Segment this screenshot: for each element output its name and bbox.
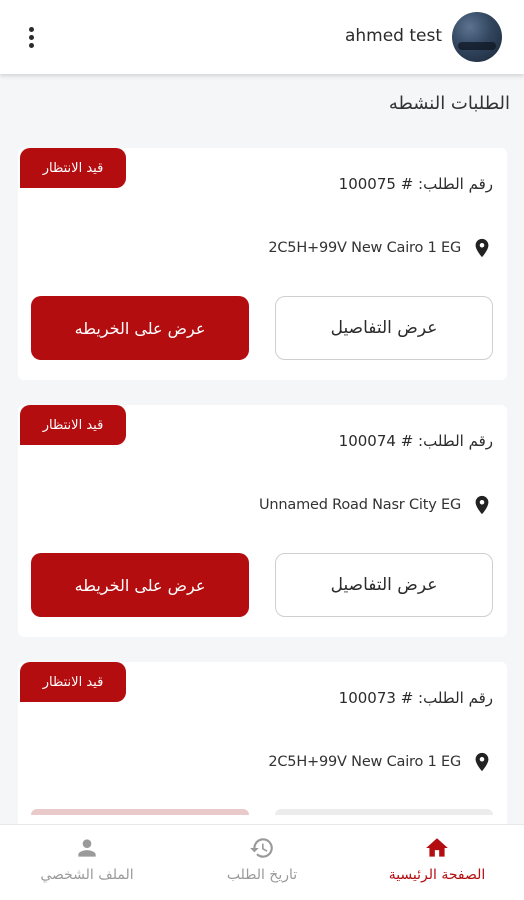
view-on-map-button-edge[interactable]	[31, 809, 249, 815]
order-address: 2C5H+99V New Cairo 1 EG	[268, 240, 461, 256]
history-icon	[250, 838, 273, 858]
nav-label-home: الصفحة الرئيسية	[388, 867, 486, 883]
view-details-button[interactable]: عرض التفاصيل	[275, 553, 493, 617]
order-number: رقم الطلب: # 100075	[338, 175, 493, 193]
address-row: 2C5H+99V New Cairo 1 EG	[268, 235, 493, 261]
view-details-button-edge[interactable]	[275, 809, 493, 815]
order-number: رقم الطلب: # 100074	[338, 432, 493, 450]
status-badge: قيد الانتظار	[20, 148, 126, 188]
status-badge: قيد الانتظار	[20, 662, 126, 702]
address-row: 2C5H+99V New Cairo 1 EG	[268, 749, 493, 775]
nav-label-profile: الملف الشخصي	[40, 867, 134, 883]
page-title: الطلبات النشطه	[388, 93, 510, 114]
nav-item-profile[interactable]: الملف الشخصي	[0, 825, 174, 900]
app-bar: ahmed test	[0, 0, 524, 74]
view-on-map-button[interactable]: عرض على الخريطه	[31, 296, 249, 360]
order-number: رقم الطلب: # 100073	[338, 689, 493, 707]
nav-item-home[interactable]: الصفحة الرئيسية	[350, 825, 524, 900]
home-icon	[426, 838, 448, 857]
order-address: Unnamed Road Nasr City EG	[258, 497, 461, 513]
view-on-map-button[interactable]: عرض على الخريطه	[31, 553, 249, 617]
nav-item-order-history[interactable]: تاريخ الطلب	[175, 825, 349, 900]
avatar[interactable]	[452, 12, 502, 62]
user-name: ahmed test	[344, 26, 442, 46]
status-badge: قيد الانتظار	[20, 405, 126, 445]
location-pin-icon	[475, 238, 489, 258]
order-card: قيد الانتظار رقم الطلب: # 100075 2C5H+99…	[18, 148, 507, 380]
location-pin-icon	[475, 495, 489, 515]
bottom-nav: الصفحة الرئيسية تاريخ الطلب الملف الشخصي	[0, 824, 524, 900]
view-details-button[interactable]: عرض التفاصيل	[275, 296, 493, 360]
more-vert-icon[interactable]	[20, 22, 42, 52]
location-pin-icon	[475, 752, 489, 772]
nav-label-order-history: تاريخ الطلب	[226, 867, 298, 883]
order-address: 2C5H+99V New Cairo 1 EG	[268, 754, 461, 770]
order-card: قيد الانتظار رقم الطلب: # 100073 2C5H+99…	[18, 662, 507, 842]
address-row: Unnamed Road Nasr City EG	[259, 492, 493, 518]
person-icon	[78, 839, 96, 857]
order-card: قيد الانتظار رقم الطلب: # 100074 Unnamed…	[18, 405, 507, 637]
